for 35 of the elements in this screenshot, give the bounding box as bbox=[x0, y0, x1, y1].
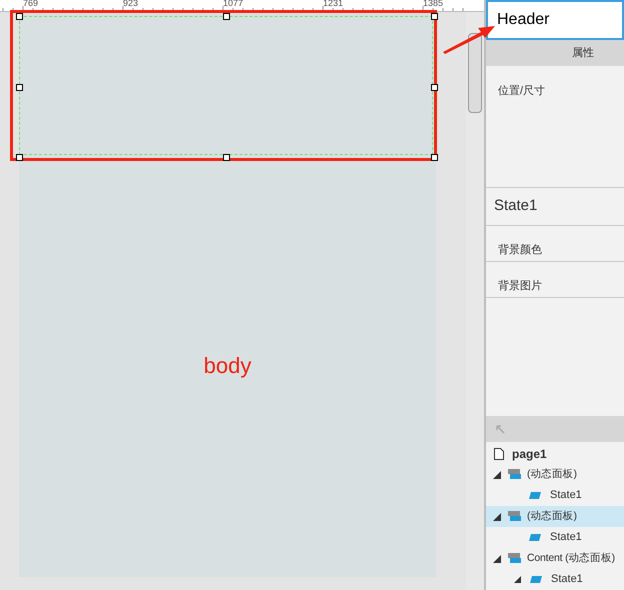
outline-label: (动态面板) bbox=[527, 508, 577, 524]
body-label: body bbox=[204, 352, 252, 380]
outline-label: State1 bbox=[550, 488, 582, 504]
outline-item[interactable]: (动态面板) bbox=[486, 506, 624, 527]
ruler-label: 1077 bbox=[223, 0, 244, 8]
state-icon bbox=[530, 576, 542, 583]
expand-triangle-icon[interactable] bbox=[514, 576, 521, 583]
expand-triangle-icon[interactable] bbox=[493, 470, 501, 478]
outline-label: State1 bbox=[550, 530, 582, 546]
ruler-label: 1231 bbox=[323, 0, 344, 8]
ruler-label: 923 bbox=[123, 0, 138, 8]
outline-label: State1 bbox=[551, 572, 583, 588]
name-field[interactable]: Header bbox=[486, 0, 624, 40]
ruler-label: 1385 bbox=[423, 0, 444, 8]
outline-item[interactable]: Content (动态面板) bbox=[486, 548, 624, 569]
layers-icon bbox=[507, 553, 521, 564]
page-icon bbox=[494, 448, 504, 460]
layers-icon bbox=[507, 469, 521, 480]
expand-triangle-icon[interactable] bbox=[493, 554, 501, 562]
header-selection[interactable] bbox=[10, 10, 437, 161]
state-icon bbox=[529, 534, 541, 541]
inspector-tab[interactable]: 属性 bbox=[486, 40, 624, 66]
section-label: 位置/尺寸 bbox=[498, 85, 546, 97]
layers-icon bbox=[507, 511, 521, 522]
outline-label: Content (动态面板) bbox=[527, 550, 615, 566]
outline-label: (动态面板) bbox=[527, 466, 577, 482]
section-label: 背景颜色 bbox=[498, 244, 542, 256]
outline-label: page1 bbox=[512, 446, 547, 462]
state-icon bbox=[529, 492, 541, 499]
section-label: 背景图片 bbox=[498, 280, 542, 292]
state-label: State1 bbox=[494, 196, 538, 216]
outline-item[interactable]: (动态面板) bbox=[486, 464, 624, 485]
ruler-label: 769 bbox=[23, 0, 38, 8]
scrollbar[interactable] bbox=[466, 12, 484, 590]
expand-triangle-icon[interactable] bbox=[493, 512, 501, 520]
